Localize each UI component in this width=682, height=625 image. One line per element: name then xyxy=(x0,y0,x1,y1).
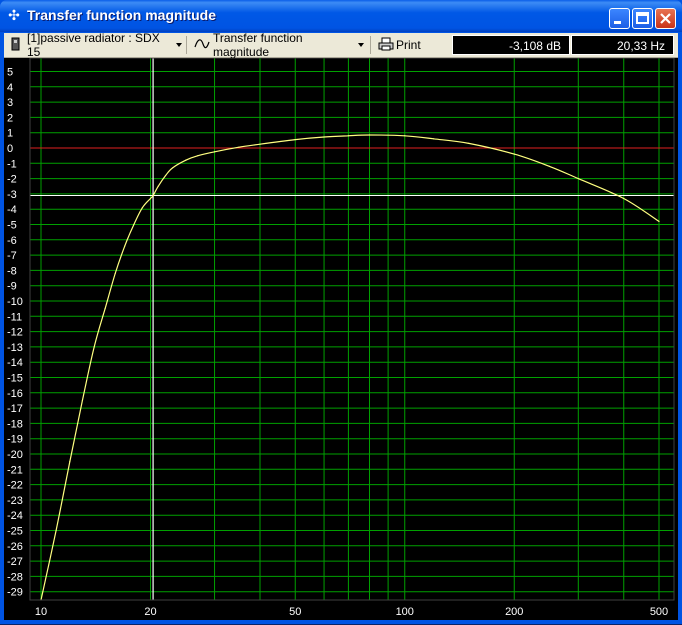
y-tick-label: -14 xyxy=(7,357,23,369)
print-button[interactable]: Print xyxy=(378,36,438,54)
close-button[interactable] xyxy=(655,8,676,29)
y-tick-label: -4 xyxy=(7,204,17,216)
y-tick-label: -24 xyxy=(7,510,23,522)
data-point xyxy=(69,461,71,463)
view-dropdown[interactable]: Transfer function magnitude xyxy=(194,31,364,59)
data-point xyxy=(259,143,261,145)
waveform-icon xyxy=(194,38,210,53)
y-tick-label: -26 xyxy=(7,541,23,553)
plot-area[interactable]: 5 4 3 2 1 0 -1 -2 -3 -4 -5 -6 -7 -8 -9 -10 -11 -12 -13 -14-… xyxy=(4,57,678,620)
y-tick-label: -1 xyxy=(7,158,17,170)
y-tick-label: 2 xyxy=(7,112,13,124)
magnitude-chart[interactable]: 543210-1-2-3-4-5-6-7-8-9-10-11-12-13-14-… xyxy=(4,57,678,620)
data-point xyxy=(368,134,371,136)
toolbar: [1]passive radiator : SDX 15 Transfer fu… xyxy=(4,31,678,59)
y-tick-label: -3 xyxy=(7,189,17,201)
data-point xyxy=(114,272,116,275)
data-point xyxy=(133,223,135,226)
data-point xyxy=(124,245,126,247)
y-tick-label: -6 xyxy=(7,235,17,247)
db-readout: -3,108 dB xyxy=(452,35,570,55)
data-point xyxy=(152,194,154,197)
y-tick-label: 0 xyxy=(7,143,13,155)
y-tick-label: -18 xyxy=(7,418,23,430)
y-tick-label: -27 xyxy=(7,556,23,568)
y-tick-label: -19 xyxy=(7,434,23,446)
app-window: ✣ Transfer function magnitude [1]passive… xyxy=(0,0,682,624)
x-tick-label: 50 xyxy=(289,606,301,618)
maximize-button[interactable] xyxy=(632,8,653,29)
y-tick-label: -25 xyxy=(7,526,23,538)
data-point xyxy=(238,146,240,148)
hz-readout: 20,33 Hz xyxy=(571,35,674,55)
y-tick-label: -20 xyxy=(7,449,23,461)
y-tick-label: -13 xyxy=(7,342,23,354)
y-tick-label: -16 xyxy=(7,388,23,400)
print-label: Print xyxy=(396,38,421,52)
y-tick-label: -17 xyxy=(7,403,23,415)
data-point xyxy=(548,165,551,167)
y-tick-label: -12 xyxy=(7,327,23,339)
chevron-down-icon xyxy=(358,43,364,47)
data-point xyxy=(347,135,350,137)
data-point xyxy=(104,308,106,310)
data-point xyxy=(81,399,84,402)
x-tick-label: 100 xyxy=(396,606,414,618)
y-tick-label: -22 xyxy=(7,480,23,492)
y-tick-label: -21 xyxy=(7,464,23,476)
title-bar[interactable]: ✣ Transfer function magnitude xyxy=(0,0,682,32)
speaker-icon: ✣ xyxy=(8,7,20,23)
printer-icon xyxy=(378,37,394,54)
chevron-down-icon xyxy=(176,43,182,47)
y-tick-label: 1 xyxy=(7,128,13,140)
plot-background xyxy=(30,58,674,600)
window-title: Transfer function magnitude xyxy=(27,7,217,23)
data-point xyxy=(164,174,167,177)
y-tick-label: -11 xyxy=(7,311,22,323)
y-tick-label: -29 xyxy=(7,587,23,599)
x-tick-label: 200 xyxy=(505,606,523,618)
data-point xyxy=(623,197,625,200)
x-tick-label: 500 xyxy=(650,606,668,618)
data-point xyxy=(294,138,296,141)
data-point xyxy=(577,178,579,180)
y-tick-label: -8 xyxy=(7,265,17,277)
minimize-button[interactable] xyxy=(609,8,630,29)
data-point xyxy=(213,151,216,153)
data-point xyxy=(171,167,174,169)
separator xyxy=(186,36,187,54)
x-tick-label: 20 xyxy=(144,606,156,618)
project-dropdown[interactable]: [1]passive radiator : SDX 15 xyxy=(10,31,182,59)
data-point xyxy=(513,153,515,155)
y-tick-label: -23 xyxy=(7,495,23,507)
y-tick-label: 5 xyxy=(7,67,13,79)
x-tick-label: 10 xyxy=(35,606,47,618)
data-point xyxy=(141,207,143,209)
data-point xyxy=(55,529,57,532)
y-tick-label: -5 xyxy=(7,220,17,232)
data-point xyxy=(197,155,199,157)
data-point xyxy=(658,220,660,223)
data-point xyxy=(93,346,95,348)
data-point xyxy=(323,136,325,138)
y-tick-label: -28 xyxy=(7,571,23,583)
data-point xyxy=(404,135,406,137)
y-tick-label: -7 xyxy=(7,250,17,262)
data-point xyxy=(157,185,159,187)
data-point xyxy=(149,197,152,200)
speaker-small-icon xyxy=(10,37,22,54)
y-tick-label: 4 xyxy=(7,82,13,94)
y-tick-label: -10 xyxy=(7,296,23,308)
y-tick-label: -15 xyxy=(7,373,23,385)
separator xyxy=(370,36,371,54)
project-label: [1]passive radiator : SDX 15 xyxy=(27,31,160,59)
view-label: Transfer function magnitude xyxy=(213,31,303,59)
y-tick-label: 3 xyxy=(7,97,13,109)
y-tick-label: -9 xyxy=(7,281,17,293)
data-point xyxy=(432,138,435,140)
y-tick-label: -2 xyxy=(7,174,17,186)
data-point xyxy=(468,142,470,145)
data-point xyxy=(185,159,187,161)
